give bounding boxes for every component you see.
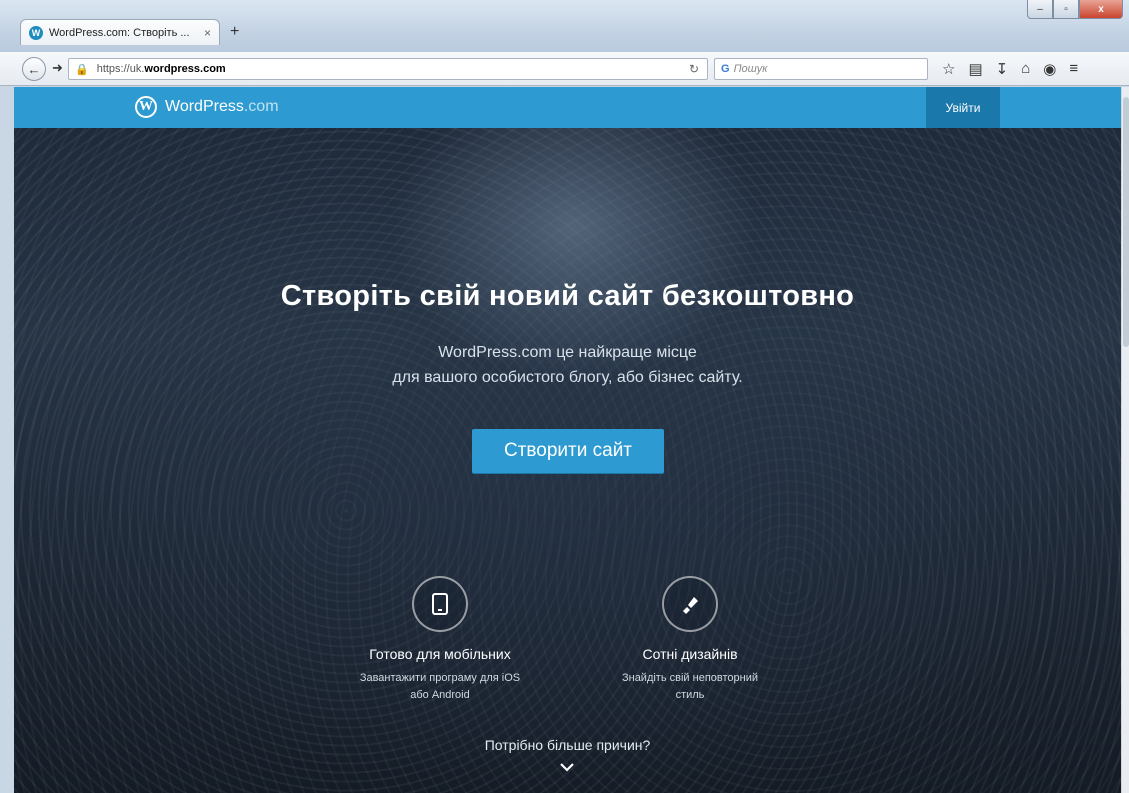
tab-close-icon[interactable]: × xyxy=(204,26,211,40)
chat-icon[interactable]: ◉ xyxy=(1043,60,1056,78)
feature-title: Готово для мобільних xyxy=(369,646,511,662)
feature-designs: Сотні дизайнів Знайдіть свій неповторний… xyxy=(570,576,810,704)
menu-icon[interactable]: ≡ xyxy=(1069,60,1078,78)
search-input[interactable]: G Пошук xyxy=(714,58,928,80)
hero-subtitle-line-2: для вашого особистого блогу, або бізнес … xyxy=(392,369,743,386)
feature-title: Сотні дизайнів xyxy=(642,646,738,662)
hero-subtitle: WordPress.com це найкраще місце для вашо… xyxy=(14,340,1121,390)
login-button[interactable]: Увійти xyxy=(926,87,1000,128)
browser-tab[interactable]: W WordPress.com: Створіть ... × xyxy=(20,19,220,45)
url-prefix: https://uk. xyxy=(96,63,145,75)
minimize-button[interactable]: – xyxy=(1027,0,1053,19)
hero-subtitle-line-1: WordPress.com це найкраще місце xyxy=(438,344,697,361)
window-controls: – ▫ x xyxy=(1027,0,1123,19)
reload-icon[interactable]: ↻ xyxy=(689,62,699,76)
page-scrollbar[interactable] xyxy=(1121,87,1129,793)
url-domain: wordpress.com xyxy=(144,63,226,75)
mobile-phone-icon xyxy=(412,576,468,632)
maximize-button[interactable]: ▫ xyxy=(1053,0,1079,19)
address-bar[interactable]: 🔒 https://uk. wordpress.com ↻ xyxy=(68,58,708,80)
tab-title: WordPress.com: Створіть ... xyxy=(49,26,190,39)
create-site-button[interactable]: Створити сайт xyxy=(472,429,664,473)
hero-title: Створіть свій новий сайт безкоштовно xyxy=(280,280,855,312)
feature-description: Знайдіть свій неповторний стиль xyxy=(621,672,759,701)
bookmark-star-icon[interactable]: ☆ xyxy=(942,60,955,78)
feature-mobile: Готово для мобільних Завантажити програм… xyxy=(320,576,560,704)
browser-titlebar: W WordPress.com: Створіть ... × + – ▫ x xyxy=(0,0,1129,52)
lock-icon: 🔒 xyxy=(75,63,89,76)
page-viewport: W WordPress.com Увійти Створіть свій нов… xyxy=(14,87,1121,793)
google-search-icon: G xyxy=(721,63,730,75)
masterbar: W WordPress.com Увійти xyxy=(14,87,1121,128)
paint-brush-icon xyxy=(662,576,718,632)
download-icon[interactable]: ↧ xyxy=(996,60,1009,78)
feature-description: Завантажити програму для iOS або Android xyxy=(359,672,521,701)
close-window-button[interactable]: x xyxy=(1079,0,1123,19)
back-button[interactable]: ← xyxy=(22,57,46,81)
browser-navbar: ← ➜ 🔒 https://uk. wordpress.com ↻ G Пошук… xyxy=(0,52,1129,86)
new-tab-button[interactable]: + xyxy=(230,23,239,41)
more-reasons-link[interactable]: Потрібно більше причин? xyxy=(14,737,1121,753)
chevron-down-icon[interactable] xyxy=(559,759,575,775)
wordpress-logo-icon: W xyxy=(135,96,157,118)
forward-button[interactable]: ➜ xyxy=(52,60,63,76)
home-icon[interactable]: ⌂ xyxy=(1021,60,1030,78)
reading-list-icon[interactable]: ▤ xyxy=(968,60,982,78)
wordpress-favicon-icon: W xyxy=(29,25,43,40)
search-placeholder: Пошук xyxy=(733,63,768,75)
wordpress-logo[interactable]: W WordPress.com xyxy=(135,96,279,118)
toolbar-icons: ☆ ▤ ↧ ⌂ ◉ ≡ xyxy=(942,60,1078,78)
brand-name: WordPress.com xyxy=(165,98,279,115)
